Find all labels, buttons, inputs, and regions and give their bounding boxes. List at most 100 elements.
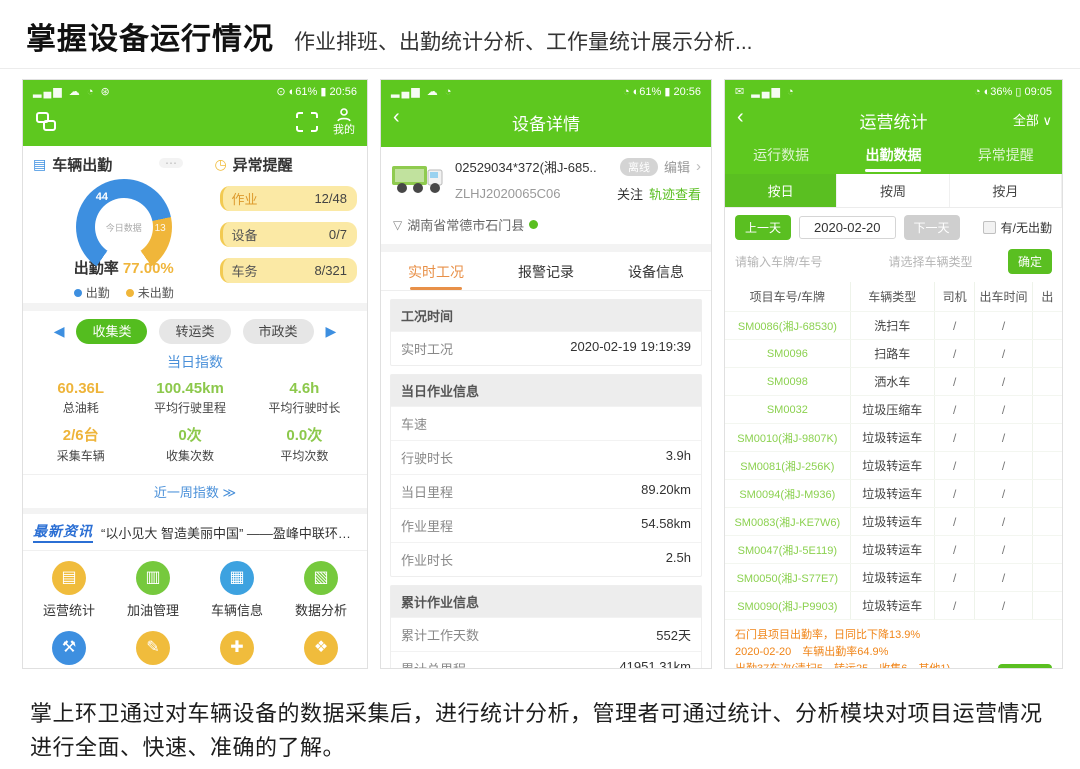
stat-cell: 2/6台 采集车辆 <box>31 424 130 464</box>
workbench-switch-icon[interactable] <box>35 111 59 133</box>
page-subtitle: 作业排班、出勤统计分析、工作量统计展示分析... <box>294 26 753 56</box>
daily-stats-grid: 60.36L 总油耗 100.45km 平均行驶里程 4.6h 平均行驶时长 2… <box>23 376 367 474</box>
row-value: 41951.31km <box>619 659 691 669</box>
driver-value: / <box>934 452 974 479</box>
prev-category-icon[interactable]: ◀ <box>54 323 65 340</box>
stat-cell: 4.6h 平均行驶时长 <box>250 380 359 416</box>
info-row: 实时工况2020-02-19 19:19:39 <box>391 331 701 365</box>
stat-label: 平均行驶时长 <box>250 399 359 416</box>
vehicle-type-select[interactable]: 请选择车辆类型 <box>861 253 1000 270</box>
table-row[interactable]: SM0050(湘J-S77E7) 垃圾转运车 / / <box>725 564 1062 592</box>
out-time-value: / <box>974 452 1031 479</box>
search-filter-row: 请选择车辆类型 确定 <box>725 247 1062 282</box>
phone-home-dashboard: ▂▄▆ ☁ ◔ ⊛ ⊙ ◐61% ▮ 20:56 我的 <box>22 79 368 669</box>
edit-button[interactable]: 编辑 <box>664 157 690 176</box>
next-day-button[interactable]: 下一天 <box>904 215 960 240</box>
tab-attendance-data[interactable]: 出勤数据 <box>837 137 949 174</box>
offline-status-badge: 离线 <box>620 158 658 176</box>
period-by-week[interactable]: 按周 <box>837 174 949 207</box>
more-options-button[interactable]: ⋯ <box>159 158 183 168</box>
follow-button[interactable]: 关注 <box>617 184 643 203</box>
row-label: 累计工作天数 <box>401 625 479 644</box>
table-row[interactable]: SM0090(湘J-P9903) 垃圾转运车 / / <box>725 592 1062 620</box>
app-grid-item[interactable]: ✎ 事故记录 <box>111 631 195 669</box>
table-row[interactable]: SM0094(湘J-M936) 垃圾转运车 / / <box>725 480 1062 508</box>
legend-item: 未出勤 <box>126 284 174 301</box>
screen-title: 运营统计 <box>860 113 928 132</box>
out-time-value: / <box>974 564 1031 591</box>
info-section: 累计作业信息 累计工作天数552天累计总里程41951.31km累计作业里程22… <box>390 585 702 669</box>
vehicle-id: SM0010(湘J-9807K) <box>725 424 850 451</box>
app-grid-item[interactable]: ▦ 车辆信息 <box>195 561 279 619</box>
alert-pill[interactable]: 设备 0/7 <box>220 222 357 247</box>
tab-device-info[interactable]: 设备信息 <box>601 252 711 290</box>
tab-abnormal-alerts[interactable]: 异常提醒 <box>950 137 1062 174</box>
stat-value: 0.0次 <box>250 424 359 445</box>
table-row[interactable]: SM0083(湘J-KE7W6) 垃圾转运车 / / <box>725 508 1062 536</box>
all-filter-dropdown[interactable]: 全部 ∨ <box>1013 110 1052 129</box>
scan-icon[interactable] <box>295 111 319 133</box>
app-grid-item[interactable]: ▥ 加油管理 <box>111 561 195 619</box>
legend-dot <box>126 289 134 297</box>
confirm-button[interactable]: 确定 <box>1008 249 1052 274</box>
period-segmented-control: 按日 按周 按月 <box>725 174 1062 208</box>
app-grid-item[interactable]: ▧ 数据分析 <box>279 561 363 619</box>
info-row: 行驶时长3.9h <box>391 440 701 474</box>
category-tab[interactable]: 转运类 <box>159 319 230 344</box>
app-grid-item[interactable]: ❖ 配件商城 <box>279 631 363 669</box>
category-tab[interactable]: 收集类 <box>76 319 147 344</box>
attendance-donut-chart: 44 13 今日数据 <box>74 179 174 265</box>
plate-search-input[interactable] <box>735 255 853 269</box>
table-row[interactable]: SM0010(湘J-9807K) 垃圾转运车 / / <box>725 424 1062 452</box>
table-row[interactable]: SM0098 洒水车 / / <box>725 368 1062 396</box>
driver-value: / <box>934 508 974 535</box>
stat-label: 总油耗 <box>31 399 130 416</box>
table-row[interactable]: SM0047(湘J-5E119) 垃圾转运车 / / <box>725 536 1062 564</box>
vehicle-id: SM0083(湘J-KE7W6) <box>725 508 850 535</box>
info-row: 作业里程54.58km <box>391 508 701 542</box>
prev-day-button[interactable]: 上一天 <box>735 215 791 240</box>
row-value: 2020-02-19 19:19:39 <box>570 339 691 358</box>
truck-photo <box>391 157 447 203</box>
out-time-value: / <box>974 508 1031 535</box>
stat-cell: 0次 收集次数 <box>130 424 249 464</box>
app-grid-item[interactable]: ⚒ 维修使用 <box>27 631 111 669</box>
app-grid-item[interactable]: ▤ 运营统计 <box>27 561 111 619</box>
chevron-right-icon[interactable]: › <box>696 158 701 175</box>
vehicle-type: 垃圾转运车 <box>850 480 934 507</box>
date-picker[interactable]: 2020-02-20 <box>799 216 896 239</box>
alert-pill[interactable]: 作业 12/48 <box>220 186 357 211</box>
back-icon[interactable]: ‹ <box>393 106 400 129</box>
tab-alarm-records[interactable]: 报警记录 <box>491 252 601 290</box>
vehicle-type: 垃圾转运车 <box>850 592 934 619</box>
table-row[interactable]: SM0032 垃圾压缩车 / / <box>725 396 1062 424</box>
page-header: 掌握设备运行情况 作业排班、出勤统计分析、工作量统计展示分析... <box>0 0 1080 69</box>
stat-label: 收集次数 <box>130 447 249 464</box>
my-profile-button[interactable]: 我的 <box>333 108 355 136</box>
tab-realtime-status[interactable]: 实时工况 <box>381 252 491 290</box>
next-category-icon[interactable]: ▶ <box>326 323 337 340</box>
summary-line: 2020-02-20 车辆出勤率64.9% <box>735 644 1052 661</box>
share-button[interactable]: 分享 <box>998 664 1052 669</box>
table-row[interactable]: SM0086(湘J-68530) 洗扫车 / / <box>725 312 1062 340</box>
stat-value: 0次 <box>130 424 249 445</box>
battery-time-label: ◔ ◐61% ▮ 20:56 <box>623 85 701 98</box>
driver-value: / <box>934 368 974 395</box>
category-tab[interactable]: 市政类 <box>243 319 314 344</box>
period-by-day[interactable]: 按日 <box>725 174 837 207</box>
track-view-link[interactable]: 轨迹查看 <box>649 184 701 203</box>
driver-value: / <box>934 340 974 367</box>
week-index-link[interactable]: 近一周指数 ≫ <box>23 474 367 508</box>
attendance-table: 项目车号/车牌 车辆类型 司机 出车时间 出 SM0086(湘J-68530) … <box>725 282 1062 620</box>
battery-time-label: ⊙ ◐61% ▮ 20:56 <box>276 85 357 98</box>
col-return-time-cut: 出 <box>1032 282 1062 311</box>
app-grid-item[interactable]: ✚ 车务管理 <box>195 631 279 669</box>
table-row[interactable]: SM0096 扫路车 / / <box>725 340 1062 368</box>
period-by-month[interactable]: 按月 <box>950 174 1062 207</box>
table-row[interactable]: SM0081(湘J-256K) 垃圾转运车 / / <box>725 452 1062 480</box>
tab-running-data[interactable]: 运行数据 <box>725 137 837 174</box>
alert-pill[interactable]: 车务 8/321 <box>220 258 357 283</box>
attendance-filter-checkbox[interactable] <box>983 221 996 234</box>
news-bar[interactable]: 最新资讯 “以小见大 智造美丽中国” ——盈峰中联环境... <box>23 508 367 551</box>
back-icon[interactable]: ‹ <box>737 106 744 129</box>
